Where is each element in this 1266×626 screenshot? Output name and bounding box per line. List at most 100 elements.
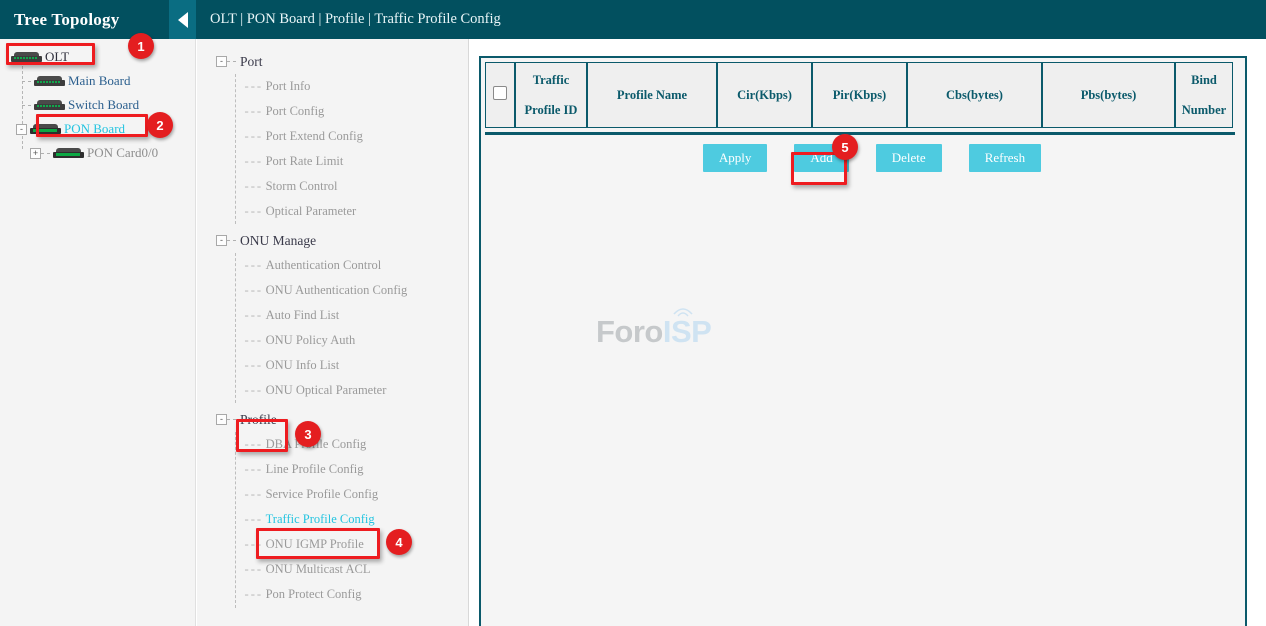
menu-item-onu-optical-parameter[interactable]: --- ONU Optical Parameter: [197, 378, 468, 403]
column-label-line1: Bind: [1178, 65, 1230, 95]
menu-branch-ticks: ---: [243, 259, 262, 273]
delete-button[interactable]: Delete: [876, 144, 942, 172]
device-board-icon: [34, 76, 65, 87]
menu-item-onu-igmp-profile[interactable]: --- ONU IGMP Profile: [197, 532, 468, 557]
expander-expand-icon[interactable]: +: [30, 148, 41, 159]
menu-branch-ticks: ---: [243, 105, 262, 119]
menu-item-dba-profile-config[interactable]: --- DBA Profile Config: [197, 432, 468, 457]
column-label: Profile Name: [617, 88, 687, 102]
menu-item-port-config[interactable]: --- Port Config: [197, 99, 468, 124]
menu-branch-line: [227, 419, 236, 420]
tree-node-pon-board[interactable]: - PON Board: [0, 117, 195, 141]
menu-group-onu-manage[interactable]: - ONU Manage: [197, 228, 468, 253]
expander-collapse-icon[interactable]: -: [216, 235, 227, 246]
watermark-text-part2: ISP: [663, 314, 711, 349]
menu-item-storm-control[interactable]: --- Storm Control: [197, 174, 468, 199]
table-bottom-rule: [485, 132, 1235, 135]
tree-node-main-board[interactable]: Main Board: [0, 69, 195, 93]
menu-group-label: Profile: [240, 412, 277, 428]
menu-item-onu-policy-auth[interactable]: --- ONU Policy Auth: [197, 328, 468, 353]
column-profile-name: Profile Name: [587, 62, 717, 128]
tree-topology-sidebar: Tree Topology OLT Main Board: [0, 0, 196, 626]
menu-item-label: ONU Info List: [266, 358, 340, 373]
tree-node-pon-card[interactable]: + PON Card0/0: [0, 141, 195, 165]
column-label-line1: Traffic: [518, 65, 584, 95]
refresh-button[interactable]: Refresh: [969, 144, 1041, 172]
menu-item-label: Line Profile Config: [266, 462, 364, 477]
apply-button[interactable]: Apply: [703, 144, 768, 172]
menu-item-onu-info-list[interactable]: --- ONU Info List: [197, 353, 468, 378]
menu-branch-ticks: ---: [243, 359, 262, 373]
tree-node-olt[interactable]: OLT: [0, 45, 195, 69]
menu-item-pon-protect-config[interactable]: --- Pon Protect Config: [197, 582, 468, 607]
tree-branch-line: [22, 81, 31, 82]
menu-item-authentication-control[interactable]: --- Authentication Control: [197, 253, 468, 278]
chevron-left-icon: [178, 12, 188, 28]
menu-branch-ticks: ---: [243, 334, 262, 348]
menu-item-line-profile-config[interactable]: --- Line Profile Config: [197, 457, 468, 482]
tree-node-label: PON Card0/0: [87, 145, 158, 161]
menu-branch-ticks: ---: [243, 155, 262, 169]
navigation-menu-list: - Port --- Port Info --- Port Config ---…: [197, 39, 468, 607]
column-label: Cir(Kbps): [737, 88, 792, 102]
expander-collapse-icon[interactable]: -: [216, 56, 227, 67]
select-all-cell: [485, 62, 515, 128]
menu-item-port-extend-config[interactable]: --- Port Extend Config: [197, 124, 468, 149]
column-cir-kbps: Cir(Kbps): [717, 62, 812, 128]
sidebar-header: Tree Topology: [0, 0, 196, 39]
sidebar-title: Tree Topology: [0, 10, 119, 30]
column-label: Pir(Kbps): [833, 88, 886, 102]
expander-collapse-icon[interactable]: -: [16, 124, 27, 135]
device-board-icon: [34, 100, 65, 111]
menu-item-onu-authentication-config[interactable]: --- ONU Authentication Config: [197, 278, 468, 303]
menu-branch-ticks: ---: [243, 384, 262, 398]
menu-group-label: ONU Manage: [240, 233, 316, 249]
column-bind-number: Bind Number: [1175, 62, 1233, 128]
menu-branch-ticks: ---: [243, 563, 262, 577]
breadcrumb: OLT | PON Board | Profile | Traffic Prof…: [196, 0, 1266, 28]
menu-item-label: Port Config: [266, 104, 325, 119]
menu-item-label: ONU Optical Parameter: [266, 383, 387, 398]
menu-item-label: ONU IGMP Profile: [266, 537, 364, 552]
tree-node-label: Switch Board: [68, 97, 139, 113]
menu-branch-ticks: ---: [243, 80, 262, 94]
navigation-menu-panel: - Port --- Port Info --- Port Config ---…: [197, 39, 469, 626]
column-label-line2: Profile ID: [518, 95, 584, 125]
menu-item-onu-multicast-acl[interactable]: --- ONU Multicast ACL: [197, 557, 468, 582]
menu-item-label: Pon Protect Config: [266, 587, 362, 602]
menu-item-label: Traffic Profile Config: [266, 512, 375, 527]
tree-node-label: Main Board: [68, 73, 130, 89]
menu-branch-ticks: ---: [243, 488, 262, 502]
menu-item-optical-parameter[interactable]: --- Optical Parameter: [197, 199, 468, 224]
menu-item-label: ONU Authentication Config: [266, 283, 408, 298]
menu-group-profile[interactable]: - Profile: [197, 407, 468, 432]
menu-item-label: ONU Policy Auth: [266, 333, 356, 348]
tree-node-switch-board[interactable]: Switch Board: [0, 93, 195, 117]
add-button[interactable]: Add: [794, 144, 848, 172]
tree-branch-line: [41, 153, 50, 154]
menu-item-label: DBA Profile Config: [266, 437, 367, 452]
device-rack-icon: [11, 52, 42, 63]
column-label-line2: Number: [1178, 95, 1230, 125]
menu-item-label: Storm Control: [266, 179, 338, 194]
menu-item-traffic-profile-config[interactable]: --- Traffic Profile Config: [197, 507, 468, 532]
menu-branch-ticks: ---: [243, 309, 262, 323]
menu-item-service-profile-config[interactable]: --- Service Profile Config: [197, 482, 468, 507]
menu-item-port-rate-limit[interactable]: --- Port Rate Limit: [197, 149, 468, 174]
menu-item-port-info[interactable]: --- Port Info: [197, 74, 468, 99]
foroisp-watermark: ForoISP: [596, 314, 711, 350]
topology-tree: OLT Main Board Switch Board -: [0, 39, 195, 165]
content-area: Traffic Profile ID Profile Name Cir(Kbps…: [470, 39, 1266, 626]
menu-item-auto-find-list[interactable]: --- Auto Find List: [197, 303, 468, 328]
column-traffic-profile-id: Traffic Profile ID: [515, 62, 587, 128]
traffic-profile-table: Traffic Profile ID Profile Name Cir(Kbps…: [485, 62, 1233, 128]
menu-item-label: Service Profile Config: [266, 487, 378, 502]
tree-node-label: OLT: [45, 49, 69, 65]
menu-group-port[interactable]: - Port: [197, 49, 468, 74]
checkbox-icon[interactable]: [493, 86, 507, 100]
menu-item-label: Port Extend Config: [266, 129, 363, 144]
expander-collapse-icon[interactable]: -: [216, 414, 227, 425]
column-pir-kbps: Pir(Kbps): [812, 62, 907, 128]
traffic-profile-panel: Traffic Profile ID Profile Name Cir(Kbps…: [479, 56, 1247, 626]
sidebar-collapse-button[interactable]: [169, 0, 196, 39]
